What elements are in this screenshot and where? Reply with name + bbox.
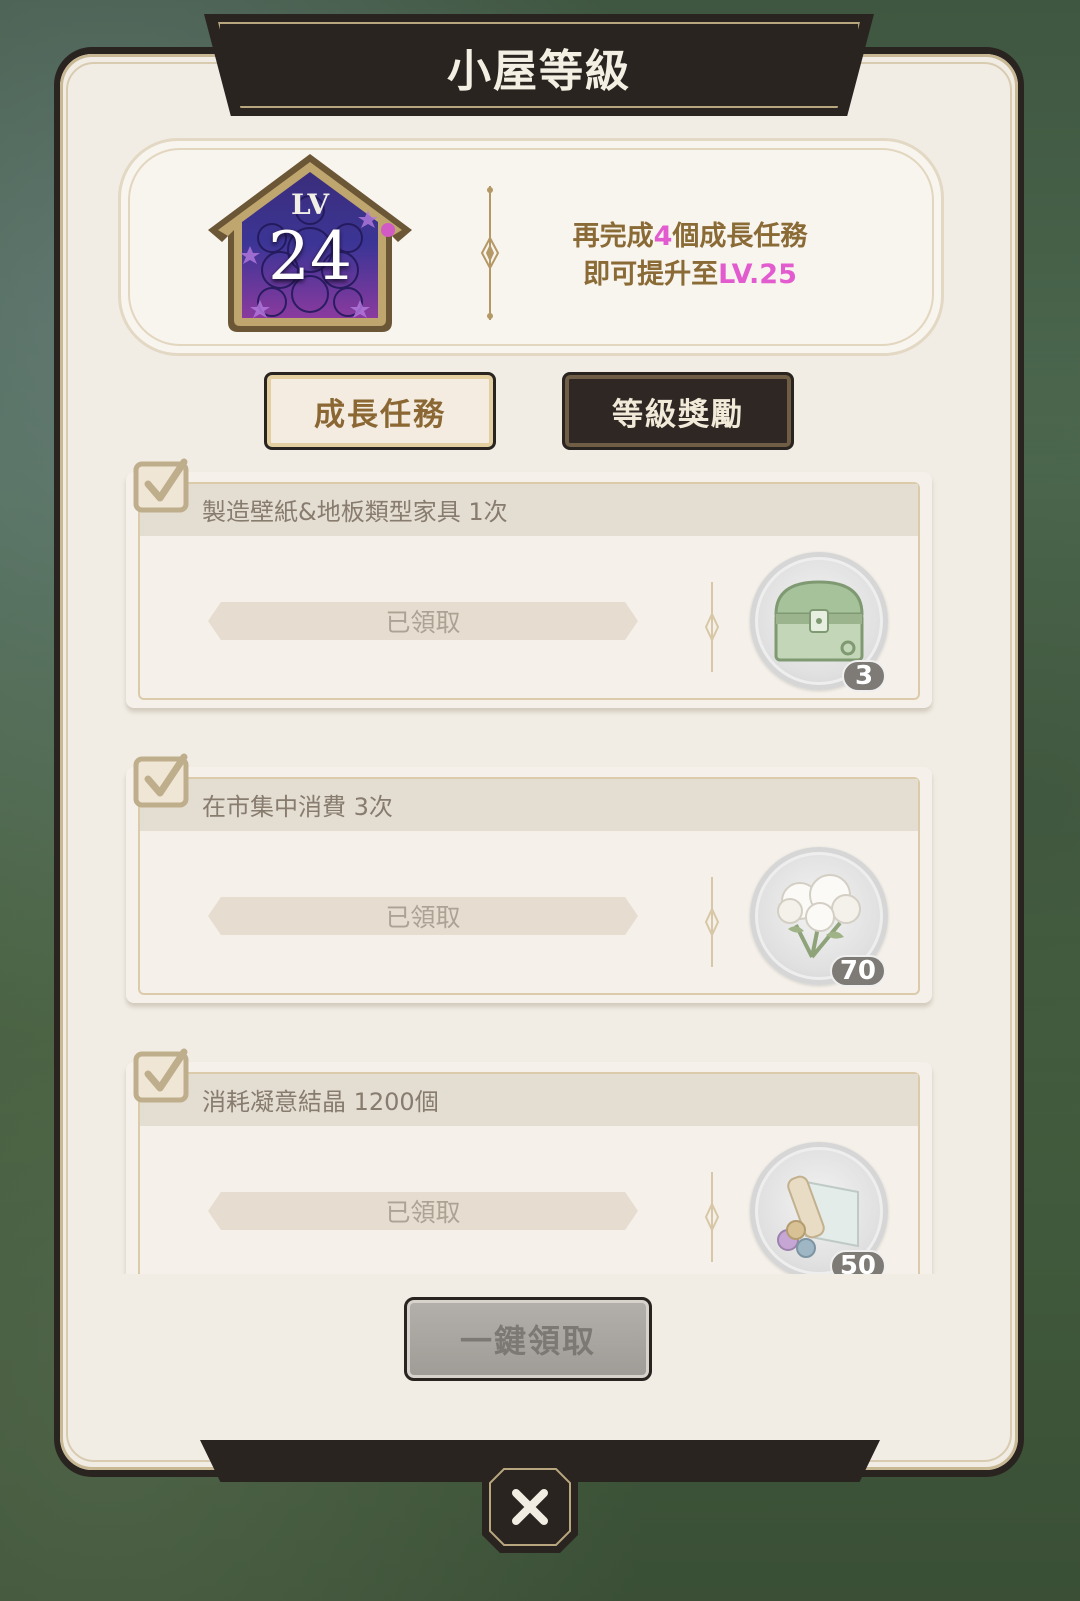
collect-all-button[interactable]: 一鍵領取	[404, 1297, 652, 1381]
task-title: 在市集中消費 3次	[202, 793, 393, 821]
checkbox-checked-icon	[133, 458, 189, 513]
reward-count: 70	[829, 955, 886, 987]
task-title: 消耗凝意結晶 1200個	[202, 1088, 439, 1116]
tab-level-rewards[interactable]: 等級獎勵	[562, 372, 794, 450]
cotton-flower-icon	[777, 874, 861, 959]
treasure-chest-icon	[774, 580, 864, 662]
checkbox-checked-icon	[133, 1048, 189, 1103]
task-card: 消耗凝意結晶 1200個 已領取 50	[126, 1042, 932, 1274]
close-icon[interactable]	[482, 1461, 578, 1553]
claimed-status: 已領取	[208, 1192, 638, 1230]
level-progress-info: 再完成4個成長任務 即可提升至LV.25	[572, 221, 808, 290]
level-prefix: LV	[290, 188, 330, 221]
dialog-title: 小屋等級	[447, 46, 631, 97]
task-list[interactable]: 製造壁紙&地板類型家具 1次 已領取 3 在市集中消費 3次 已領取 70 消耗…	[112, 452, 942, 1274]
claimed-status: 已領取	[208, 897, 638, 935]
ornament-divider-icon	[704, 1172, 720, 1262]
checkbox-checked-icon	[133, 753, 189, 808]
ornament-divider-icon	[704, 877, 720, 967]
task-card: 在市集中消費 3次 已領取 70	[126, 747, 932, 1009]
tab-growth-tasks[interactable]: 成長任務	[264, 372, 496, 450]
reward-item[interactable]: 50	[750, 1142, 888, 1274]
reward-item[interactable]: 3	[750, 552, 888, 692]
reward-item[interactable]: 70	[750, 847, 888, 987]
ornament-divider-icon	[480, 186, 500, 320]
reward-count: 3	[842, 660, 886, 692]
ornament-divider-icon	[704, 582, 720, 672]
reward-count: 50	[829, 1250, 886, 1274]
task-title: 製造壁紙&地板類型家具 1次	[202, 498, 508, 526]
task-card: 製造壁紙&地板類型家具 1次 已領取 3	[126, 452, 932, 714]
level-number: 24	[268, 218, 352, 295]
claimed-status: 已領取	[208, 602, 638, 640]
cloth-roll-icon	[777, 1175, 859, 1258]
